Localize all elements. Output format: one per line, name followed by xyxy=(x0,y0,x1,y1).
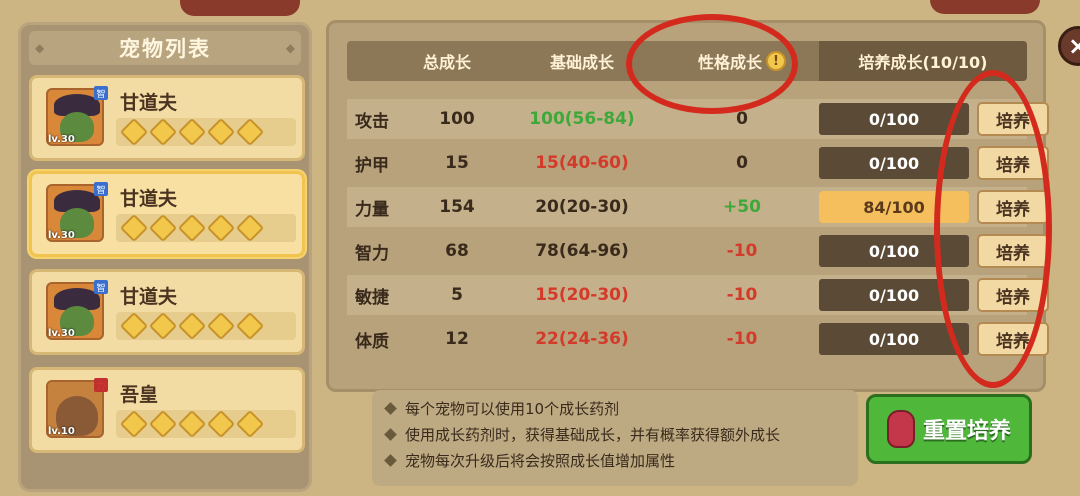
pet-gem-rating xyxy=(119,213,265,243)
progress-text: 84/100 xyxy=(863,197,925,217)
note-item: 宠物每次升级后将会按照成长值增加属性 xyxy=(384,450,676,471)
gem-icon xyxy=(235,311,265,341)
header-ornament-icon: ◆ xyxy=(35,41,45,55)
gem-icon xyxy=(235,213,265,243)
pet-name: 甘道夫 xyxy=(120,92,178,114)
pet-level: lv.30 xyxy=(48,134,75,145)
gem-icon xyxy=(119,311,149,341)
stat-total: 100 xyxy=(439,109,475,129)
pet-gem-rating xyxy=(119,311,265,341)
gem-icon xyxy=(148,409,178,439)
stat-name: 攻击 xyxy=(355,111,389,132)
stat-personality: +50 xyxy=(723,197,761,217)
gem-icon xyxy=(206,117,236,147)
stat-row-constitution: 体质 12 22(24-36) -10 0/100 培养 xyxy=(347,319,1049,359)
pet-list-header: ◆ 宠物列表 ◆ xyxy=(29,31,301,65)
top-decoration xyxy=(180,0,300,16)
gem-icon xyxy=(119,409,149,439)
gem-icon xyxy=(177,409,207,439)
pet-card[interactable]: 智 lv.30 甘道夫 xyxy=(29,269,305,355)
progress-text: 0/100 xyxy=(868,285,920,305)
gem-icon xyxy=(148,311,178,341)
stat-base: 20(20-30) xyxy=(535,197,629,217)
gem-icon xyxy=(177,311,207,341)
pet-level: lv.30 xyxy=(48,230,75,241)
bullet-diamond-icon xyxy=(384,402,397,415)
top-decoration-right xyxy=(930,0,1040,14)
annotation-circle xyxy=(626,14,798,114)
gem-icon xyxy=(119,213,149,243)
bullet-diamond-icon xyxy=(384,428,397,441)
stat-name: 体质 xyxy=(355,331,389,352)
pet-list-panel: ◆ 宠物列表 ◆ 智 lv.30 甘道夫 智 lv.30 甘道夫 智 lv.30… xyxy=(18,22,312,492)
gem-icon xyxy=(206,409,236,439)
stat-personality: -10 xyxy=(726,285,758,305)
gem-icon xyxy=(206,311,236,341)
gem-icon xyxy=(177,117,207,147)
gem-icon xyxy=(148,117,178,147)
stat-row-agility: 敏捷 5 15(20-30) -10 0/100 培养 xyxy=(347,275,1049,315)
stat-row-armor: 护甲 15 15(40-60) 0 0/100 培养 xyxy=(347,143,1049,183)
growth-notes: 每个宠物可以使用10个成长药剂 使用成长药剂时，获得基础成长，并有概率获得额外成… xyxy=(372,390,858,486)
reset-button-label: 重置培养 xyxy=(922,419,1011,444)
annotation-circle xyxy=(934,70,1052,388)
progress-text: 0/100 xyxy=(868,241,920,261)
reset-cultivation-button[interactable]: 重置培养 xyxy=(866,394,1032,464)
stat-name: 护甲 xyxy=(355,155,389,176)
stat-personality: -10 xyxy=(726,329,758,349)
stat-base: 22(24-36) xyxy=(535,329,629,349)
stat-name: 力量 xyxy=(355,199,389,220)
gem-icon xyxy=(148,213,178,243)
potion-icon xyxy=(886,410,915,448)
stat-row-intelligence: 智力 68 78(64-96) -10 0/100 培养 xyxy=(347,231,1049,271)
stat-row-strength: 力量 154 20(20-30) +50 84/100 培养 xyxy=(347,187,1049,227)
header-total-growth: 总成长 xyxy=(422,53,471,72)
pet-type-badge: 智 xyxy=(94,280,108,294)
progress-text: 0/100 xyxy=(868,153,920,173)
stat-total: 15 xyxy=(445,153,469,173)
pet-card-selected[interactable]: 智 lv.30 甘道夫 xyxy=(29,171,305,257)
gem-icon xyxy=(119,117,149,147)
stat-name: 智力 xyxy=(355,243,389,264)
pet-name: 甘道夫 xyxy=(120,188,178,210)
stat-base: 15(20-30) xyxy=(535,285,629,305)
progress-text: 0/100 xyxy=(868,109,920,129)
gem-icon xyxy=(206,213,236,243)
pet-gem-rating xyxy=(119,117,265,147)
pet-card[interactable]: 力 lv.10 吾皇 xyxy=(29,367,305,453)
game-window: ◆ 宠物列表 ◆ 智 lv.30 甘道夫 智 lv.30 甘道夫 智 lv.30… xyxy=(0,0,1080,496)
pet-card[interactable]: 智 lv.30 甘道夫 xyxy=(29,75,305,161)
stat-total: 68 xyxy=(445,241,469,261)
pet-gem-rating xyxy=(119,409,265,439)
pet-name: 甘道夫 xyxy=(120,286,178,308)
gem-icon xyxy=(177,213,207,243)
stat-total: 12 xyxy=(445,329,469,349)
stat-personality: 0 xyxy=(736,153,748,173)
bullet-diamond-icon xyxy=(384,454,397,467)
stat-total: 154 xyxy=(439,197,475,217)
stat-total: 5 xyxy=(451,285,463,305)
stat-base: 15(40-60) xyxy=(535,153,629,173)
pet-name: 吾皇 xyxy=(120,384,159,406)
pet-type-badge: 智 xyxy=(94,182,108,196)
note-text: 每个宠物可以使用10个成长药剂 xyxy=(405,400,620,418)
pet-level: lv.30 xyxy=(48,328,75,339)
note-item: 使用成长药剂时，获得基础成长，并有概率获得额外成长 xyxy=(384,424,781,445)
note-text: 使用成长药剂时，获得基础成长，并有概率获得额外成长 xyxy=(405,426,781,444)
gem-icon xyxy=(235,409,265,439)
stat-name: 敏捷 xyxy=(355,287,389,308)
pet-list-title: 宠物列表 xyxy=(119,37,211,61)
note-item: 每个宠物可以使用10个成长药剂 xyxy=(384,398,620,419)
pet-level: lv.10 xyxy=(48,426,75,437)
stat-base: 78(64-96) xyxy=(535,241,629,261)
gem-icon xyxy=(235,117,265,147)
stat-base: 100(56-84) xyxy=(529,109,635,129)
stat-personality: -10 xyxy=(726,241,758,261)
header-ornament-icon: ◆ xyxy=(285,41,295,55)
close-button[interactable]: × xyxy=(1058,26,1080,66)
note-text: 宠物每次升级后将会按照成长值增加属性 xyxy=(405,452,676,470)
pet-type-badge: 智 xyxy=(94,86,108,100)
progress-text: 0/100 xyxy=(868,329,920,349)
pet-type-badge: 力 xyxy=(94,378,108,392)
